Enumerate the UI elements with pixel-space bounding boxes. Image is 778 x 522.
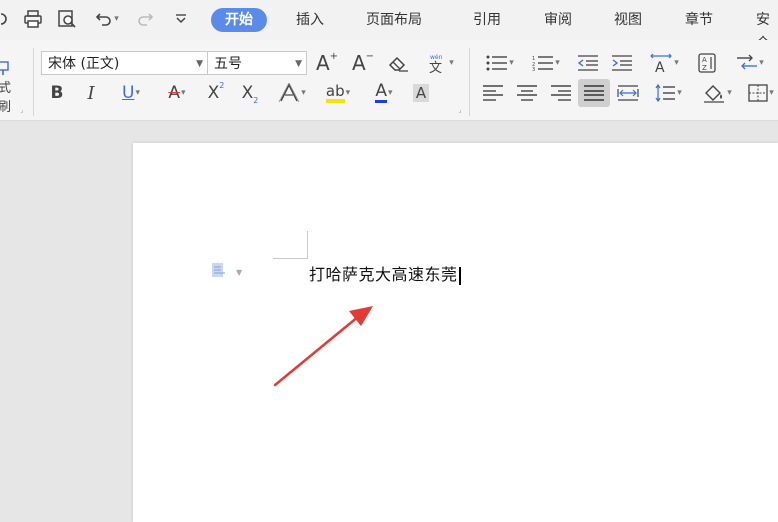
tab-references[interactable]: 引用: [473, 8, 501, 32]
svg-text:文: 文: [429, 61, 442, 74]
document-text-line[interactable]: 打哈萨克大高速东莞: [309, 261, 461, 285]
grow-font-icon[interactable]: A +: [314, 51, 340, 75]
phonetic-guide-icon[interactable]: wén 文 ▾: [422, 51, 458, 75]
tab-security[interactable]: 安全: [756, 8, 778, 52]
superscript-icon[interactable]: X2: [203, 81, 229, 105]
svg-text:A: A: [702, 56, 707, 64]
font-size-select[interactable]: 五号 ▼: [207, 51, 307, 75]
distributed-align-icon[interactable]: [615, 81, 641, 105]
document-text: 打哈萨克大高速东莞: [309, 265, 458, 284]
bulleted-list-icon[interactable]: ▾: [480, 51, 520, 75]
show-hide-marks-icon[interactable]: ▾: [730, 51, 770, 75]
tab-chapter[interactable]: 章节: [685, 8, 713, 32]
format-painter-icon[interactable]: [0, 60, 10, 76]
character-shading-icon[interactable]: A: [410, 82, 432, 104]
decrease-indent-icon[interactable]: [575, 51, 601, 75]
document-page[interactable]: ▼ 打哈萨克大高速东莞: [133, 143, 778, 522]
font-color-icon[interactable]: A ▾: [365, 81, 403, 105]
underline-icon[interactable]: U ▾: [112, 81, 150, 105]
shrink-font-icon[interactable]: A −: [350, 51, 376, 75]
text-direction-icon[interactable]: A ▾: [644, 51, 684, 75]
tab-view[interactable]: 视图: [614, 8, 642, 32]
clear-formatting-icon[interactable]: [385, 51, 411, 75]
separator: [33, 48, 34, 116]
print-preview-icon[interactable]: [56, 8, 78, 30]
svg-text:wén: wén: [430, 54, 443, 61]
align-left-icon[interactable]: [480, 81, 506, 105]
print-icon[interactable]: [22, 8, 44, 30]
chevron-down-icon: ▼: [295, 59, 302, 69]
sort-icon[interactable]: AZ: [694, 51, 720, 75]
borders-icon[interactable]: ▾: [744, 81, 778, 105]
paragraph-handle[interactable]: ▼: [211, 263, 251, 281]
text-effects-icon[interactable]: ▾: [272, 81, 312, 105]
numbered-list-icon[interactable]: 1 2 3 ▾: [526, 51, 566, 75]
chevron-down-icon: ▼: [196, 59, 203, 69]
svg-text:A: A: [655, 60, 665, 73]
separator: [469, 48, 470, 116]
font-size-value: 五号: [214, 56, 242, 72]
strikethrough-icon[interactable]: A ▾: [158, 81, 196, 105]
subscript-icon[interactable]: X2: [237, 81, 263, 105]
margin-mark: [307, 231, 308, 258]
svg-text:Z: Z: [702, 64, 707, 72]
increase-indent-icon[interactable]: [609, 51, 635, 75]
format-painter-label[interactable]: 式刷: [0, 81, 22, 115]
bold-icon[interactable]: B: [44, 81, 70, 105]
customize-toolbar-icon[interactable]: [170, 8, 192, 30]
tab-insert[interactable]: 插入: [296, 8, 324, 32]
align-right-icon[interactable]: [548, 81, 574, 105]
paragraph-icon: [211, 262, 229, 282]
highlight-color-icon[interactable]: ab ▾: [318, 81, 358, 105]
paragraph-shading-icon[interactable]: ▾: [697, 81, 737, 105]
annotation-arrow: [273, 306, 373, 387]
tab-page-layout[interactable]: 页面布局: [366, 8, 422, 32]
font-family-select[interactable]: 宋体 (正文) ▼: [41, 51, 208, 75]
undo-icon[interactable]: ▾: [90, 8, 124, 30]
align-center-icon[interactable]: [514, 81, 540, 105]
font-group-launcher[interactable]: ⌟: [456, 106, 464, 114]
justify-icon[interactable]: [578, 79, 610, 107]
line-spacing-icon[interactable]: ▾: [648, 81, 688, 105]
font-family-value: 宋体 (正文): [48, 56, 120, 72]
redo-partial-icon[interactable]: [0, 8, 16, 30]
tab-review[interactable]: 审阅: [544, 8, 572, 32]
home-ribbon: 式刷 ⌟ 宋体 (正文) ▼ 五号 ▼ A + A − wén 文 ▾ B I U ▾ A…: [0, 40, 778, 121]
margin-mark: [273, 258, 308, 259]
chevron-down-icon: ▼: [236, 267, 243, 277]
redo-icon[interactable]: [134, 8, 156, 30]
text-cursor: [458, 266, 461, 285]
italic-icon[interactable]: I: [78, 81, 104, 105]
clipboard-group-launcher[interactable]: ⌟: [18, 106, 26, 114]
title-tab-bar: ▾ 开始 插入 页面布局 引用 审阅 视图 章节 安全: [0, 0, 778, 52]
tab-home[interactable]: 开始: [211, 8, 267, 32]
svg-text:3: 3: [532, 67, 535, 71]
